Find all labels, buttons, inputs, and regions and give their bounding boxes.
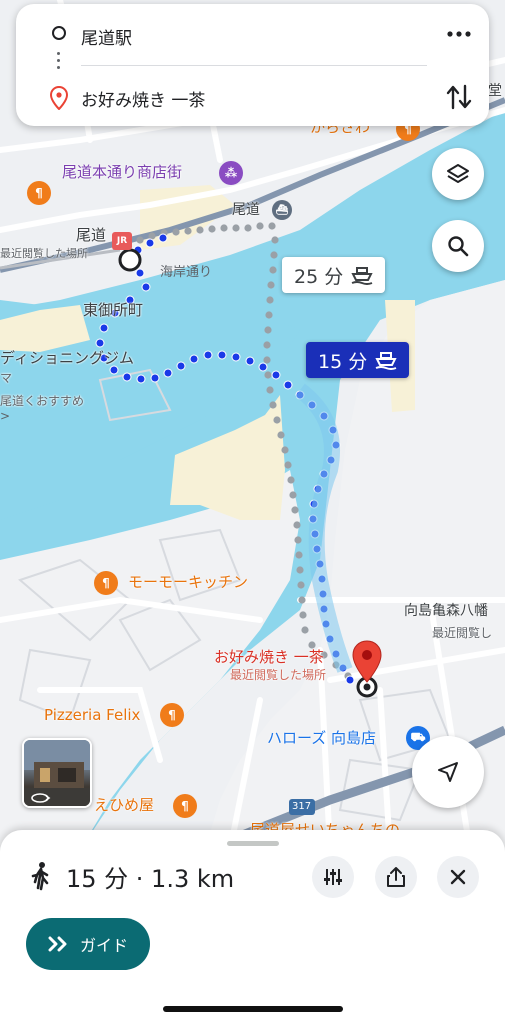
alt-ferry-badge[interactable]: 25 分: [282, 257, 386, 293]
alt-ferry-time: 25 分: [294, 265, 344, 288]
swap-route-button[interactable]: [445, 82, 473, 112]
jr-station-icon[interactable]: JR: [112, 232, 132, 250]
destination-recent-label: 最近閲覧した場所: [230, 668, 327, 682]
sheet-drag-handle[interactable]: [227, 841, 279, 846]
share-button[interactable]: [375, 856, 417, 898]
place-mukaishima: 向島亀森八幡: [404, 603, 488, 619]
main-ferry-badge[interactable]: 15 分: [306, 342, 410, 378]
street-view-image: [24, 740, 90, 806]
restaurant-icon[interactable]: ¶: [160, 703, 184, 727]
map-view[interactable]: 尾道本通り商店街 ⁂ ¶ 尾道 ⛴ 尾道 JR 最近閲覧した場所 海岸通り 東御…: [0, 0, 505, 850]
route-summary: 15 分 · 1.3 km: [30, 860, 235, 893]
destination-pin-icon: [50, 86, 68, 110]
destination-map-label: お好み焼き 一茶: [214, 648, 324, 666]
double-chevron-icon: [48, 936, 67, 952]
restaurant-icon[interactable]: ¶: [27, 181, 51, 205]
place-ehimeya: えひめ屋: [94, 796, 155, 814]
close-button[interactable]: [437, 856, 479, 898]
place-harrows: ハローズ 向島店: [267, 729, 377, 747]
place-onomichi-ferry: 尾道: [232, 202, 260, 218]
recently-viewed-label: 最近閲覧し: [432, 626, 493, 640]
place-shopping-street: 尾道本通り商店街: [62, 163, 183, 181]
origin-circle-icon: [52, 26, 66, 40]
place-onomichi: 尾道: [76, 226, 107, 244]
ferry-icon: [351, 267, 373, 285]
destination-pin-icon[interactable]: [352, 640, 382, 684]
place-top-right: 堂: [488, 83, 502, 99]
layers-button[interactable]: [432, 148, 484, 200]
my-location-button[interactable]: [412, 736, 484, 808]
place-moomoo: モーモーキッチン: [128, 573, 249, 591]
more-options-button[interactable]: [443, 20, 475, 48]
street-kaigan: 海岸通り: [160, 265, 213, 280]
shopping-icon[interactable]: ⁂: [219, 161, 243, 185]
swap-vert-icon: [446, 84, 472, 110]
place-higashi-gosho: 東御所町: [83, 301, 144, 319]
place-recommend: 尾道くおすすめ: [0, 394, 85, 408]
home-indicator[interactable]: [163, 1006, 343, 1012]
search-button[interactable]: [432, 220, 484, 272]
search-icon: [448, 236, 469, 257]
street-view-thumbnail[interactable]: [22, 738, 92, 808]
share-icon: [387, 867, 405, 887]
navigation-arrow-icon: [438, 762, 458, 782]
place-gym: ディショニングジム: [0, 349, 134, 367]
place-recommend-arrow: >: [0, 409, 11, 423]
route-duration-distance: 15 分 · 1.3 km: [66, 864, 235, 893]
close-icon: [450, 869, 466, 885]
ferry-terminal-icon[interactable]: ⛴: [272, 200, 292, 220]
restaurant-icon[interactable]: ¶: [94, 571, 118, 595]
bottom-sheet: 15 分 · 1.3 km ガイド: [0, 830, 505, 1024]
more-horiz-icon: [447, 31, 471, 37]
restaurant-icon[interactable]: ¶: [173, 794, 197, 818]
destination-field[interactable]: お好み焼き 一茶: [81, 86, 205, 111]
guide-label: ガイド: [79, 936, 128, 955]
recently-viewed-label: 最近閲覧した場所: [0, 247, 88, 260]
guide-button[interactable]: ガイド: [26, 918, 150, 970]
main-ferry-time: 15 分: [318, 350, 368, 373]
route-shield-number: 317: [292, 801, 312, 812]
walk-icon: [31, 862, 49, 891]
ferry-icon: [375, 352, 397, 370]
origin-field[interactable]: 尾道駅: [81, 24, 132, 49]
place-gym-line2: マ: [0, 371, 13, 385]
layers-icon: [447, 164, 469, 183]
route-options-button[interactable]: [312, 856, 354, 898]
tune-icon: [324, 869, 342, 885]
connector-dots-icon: [57, 49, 61, 77]
route-card: 尾道駅 お好み焼き 一茶: [16, 4, 489, 126]
place-pizzeria: Pizzeria Felix: [44, 706, 141, 724]
divider: [81, 65, 427, 66]
